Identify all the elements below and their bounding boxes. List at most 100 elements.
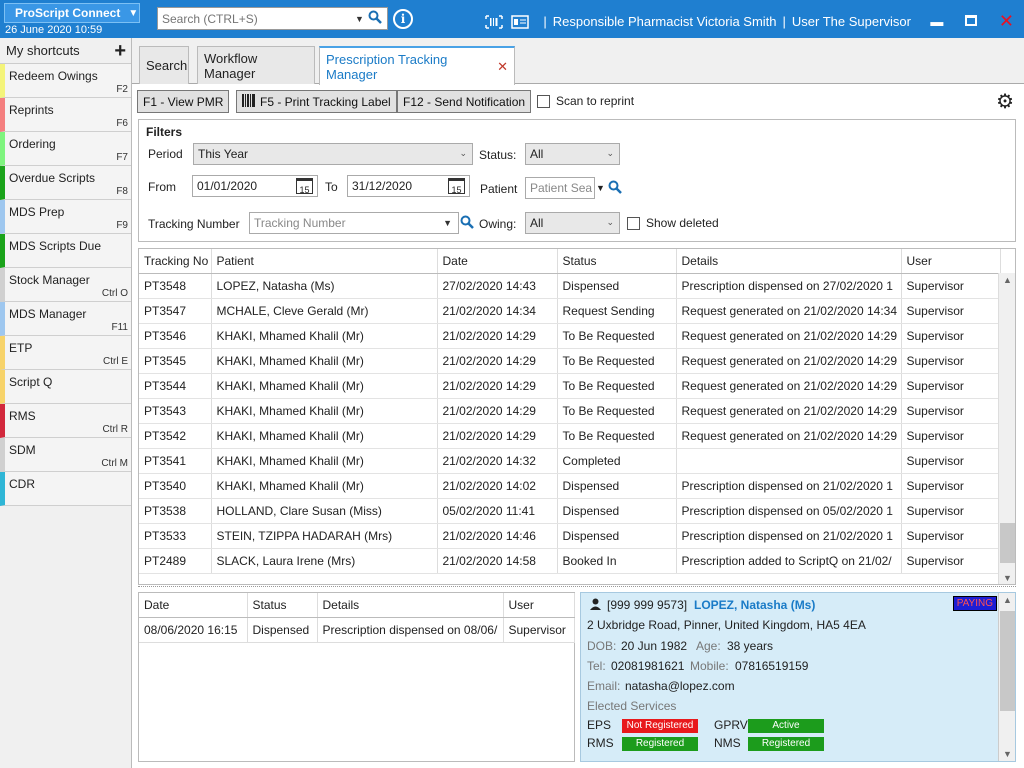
sidebar-item-label: MDS Scripts Due [9, 239, 102, 253]
sidebar-item-ordering[interactable]: Ordering F7 [0, 132, 131, 166]
sidebar-item-mds-manager[interactable]: MDS Manager F11 [0, 302, 131, 336]
app-menu-button[interactable]: ProScript Connect ▼ [4, 3, 140, 23]
table-row[interactable]: PT3541 KHAKI, Mhamed Khalil (Mr) 21/02/202… [139, 448, 1001, 474]
column-header[interactable]: Details [317, 593, 504, 618]
column-header[interactable]: Tracking No [139, 249, 212, 274]
search-icon[interactable] [608, 180, 622, 197]
table-row[interactable]: PT3542 KHAKI, Mhamed Khalil (Mr) 21/02/202… [139, 423, 1001, 449]
column-header[interactable]: Patient [211, 249, 438, 274]
table-cell: PT2489 [139, 548, 212, 574]
table-row[interactable]: PT3546 KHAKI, Mhamed Khalil (Mr) 21/02/202… [139, 323, 1001, 349]
search-icon[interactable] [460, 215, 474, 232]
chevron-down-icon[interactable]: ▼ [1003, 573, 1012, 583]
sidebar-item-reprints[interactable]: Reprints F6 [0, 98, 131, 132]
chevron-down-icon[interactable]: ▼ [1003, 749, 1012, 759]
sidebar-item-sdm[interactable]: SDM Ctrl M [0, 438, 131, 472]
show-deleted-option[interactable]: Show deleted [627, 216, 719, 230]
splitter[interactable] [138, 586, 1016, 590]
chevron-down-icon[interactable]: ▼ [443, 218, 452, 228]
table-row[interactable]: PT3538 HOLLAND, Clare Susan (Miss) 05/02/2… [139, 498, 1001, 524]
column-header[interactable]: Date [437, 249, 558, 274]
sidebar-item-etp[interactable]: ETP Ctrl E [0, 336, 131, 370]
history-row[interactable]: 08/06/2020 16:15 Dispensed Prescription di… [139, 617, 575, 643]
from-date-input[interactable]: 01/01/2020 15 [192, 175, 318, 197]
to-date-input[interactable]: 31/12/2020 15 [347, 175, 470, 197]
period-select[interactable]: This Year ⌄ [193, 143, 473, 165]
table-cell: KHAKI, Mhamed Khalil (Mr) [211, 423, 438, 449]
sidebar-item-stock-manager[interactable]: Stock Manager Ctrl O [0, 268, 131, 302]
table-cell: KHAKI, Mhamed Khalil (Mr) [211, 473, 438, 499]
tab-search[interactable]: Search [139, 46, 189, 84]
scan-to-reprint-checkbox[interactable] [537, 94, 550, 108]
sidebar-item-mds-prep[interactable]: MDS Prep F9 [0, 200, 131, 234]
period-label: Period [148, 147, 183, 161]
current-user[interactable]: User The Supervisor [792, 14, 911, 29]
barcode-scan-icon[interactable] [485, 14, 504, 29]
grid-scrollbar[interactable]: ▲ ▼ [998, 273, 1015, 584]
tracking-number-input[interactable]: Tracking Number ▼ [249, 212, 459, 234]
column-header[interactable]: Status [557, 249, 677, 274]
column-header[interactable]: User [503, 593, 575, 618]
patient-name[interactable]: LOPEZ, Natasha (Ms) [694, 598, 815, 612]
service-status-gprv: Active [748, 719, 824, 733]
chevron-down-icon[interactable]: ▼ [596, 183, 605, 193]
global-search[interactable]: ▼ [157, 7, 388, 30]
chevron-up-icon[interactable]: ▲ [1003, 595, 1012, 605]
table-row[interactable]: PT3544 KHAKI, Mhamed Khalil (Mr) 21/02/202… [139, 373, 1001, 399]
close-icon[interactable]: ✕ [497, 59, 508, 75]
id-card-icon[interactable] [511, 14, 530, 29]
column-header[interactable]: Date [139, 593, 248, 618]
patient-scrollbar[interactable]: ▲ ▼ [998, 593, 1015, 761]
tab-prescription-tracking-manager[interactable]: Prescription Tracking Manager ✕ [319, 46, 515, 85]
table-row[interactable]: PT2489 SLACK, Laura Irene (Mrs) 21/02/2020… [139, 548, 1001, 574]
show-deleted-checkbox[interactable] [627, 216, 640, 230]
column-header[interactable]: User [901, 249, 1001, 274]
table-cell: 21/02/2020 14:02 [437, 473, 558, 499]
patient-search-input[interactable]: Patient Sea [525, 177, 595, 199]
table-row[interactable]: PT3545 KHAKI, Mhamed Khalil (Mr) 21/02/202… [139, 348, 1001, 374]
to-label: To [325, 180, 338, 194]
shortcut-key: Ctrl E [103, 356, 128, 367]
add-shortcut-icon[interactable]: + [114, 41, 126, 61]
column-header[interactable]: Details [676, 249, 902, 274]
table-row[interactable]: PT3533 STEIN, TZIPPA HADARAH (Mrs) 21/02/2… [139, 523, 1001, 549]
checkbox-label: Scan to reprint [556, 94, 635, 108]
status-select[interactable]: All ⌄ [525, 143, 620, 165]
send-notification-button[interactable]: F12 - Send Notification [397, 90, 532, 113]
table-row[interactable]: PT3547 MCHALE, Cleve Gerald (Mr) 21/02/202… [139, 298, 1001, 324]
table-row[interactable]: PT3548 LOPEZ, Natasha (Ms) 27/02/2020 14:4… [139, 273, 1001, 299]
service-name-rms: RMS [587, 736, 614, 750]
sidebar-item-overdue-scripts[interactable]: Overdue Scripts F8 [0, 166, 131, 200]
select-value: This Year [198, 147, 249, 161]
sidebar-item-redeem-owings[interactable]: Redeem Owings F2 [0, 64, 131, 98]
chevron-down-icon[interactable]: ▼ [355, 14, 364, 24]
search-input[interactable] [158, 11, 353, 26]
scroll-thumb[interactable] [1000, 611, 1015, 711]
calendar-icon[interactable]: 15 [448, 178, 465, 195]
sidebar-item-script-q[interactable]: Script Q [0, 370, 131, 404]
sidebar-item-mds-scripts-due[interactable]: MDS Scripts Due [0, 234, 131, 268]
minimize-icon[interactable]: ▬ [929, 14, 945, 29]
table-cell: Supervisor [901, 548, 1001, 574]
filters-panel: Filters Period This Year ⌄ Status: All ⌄… [138, 119, 1016, 242]
responsible-pharmacist[interactable]: Responsible Pharmacist Victoria Smith [553, 14, 777, 29]
maximize-icon[interactable] [963, 14, 979, 29]
tab-workflow-manager[interactable]: Workflow Manager [197, 46, 315, 84]
owing-select[interactable]: All ⌄ [525, 212, 620, 234]
gear-icon[interactable]: ⚙ [996, 89, 1014, 114]
view-pmr-button[interactable]: F1 - View PMR [137, 90, 230, 113]
table-row[interactable]: PT3540 KHAKI, Mhamed Khalil (Mr) 21/02/202… [139, 473, 1001, 499]
column-header[interactable]: Status [247, 593, 318, 618]
close-icon[interactable]: ✕ [999, 11, 1014, 32]
scan-to-reprint-option[interactable]: Scan to reprint [537, 94, 634, 108]
info-icon[interactable]: i [393, 9, 413, 29]
table-cell: To Be Requested [557, 373, 677, 399]
sidebar-item-rms[interactable]: RMS Ctrl R [0, 404, 131, 438]
chevron-up-icon[interactable]: ▲ [1003, 275, 1012, 285]
print-tracking-label-button[interactable]: F5 - Print Tracking Label [236, 90, 397, 113]
calendar-icon[interactable]: 15 [296, 178, 313, 195]
sidebar-item-cdr[interactable]: CDR [0, 472, 131, 506]
scroll-thumb[interactable] [1000, 523, 1015, 563]
search-icon[interactable] [368, 10, 382, 27]
table-row[interactable]: PT3543 KHAKI, Mhamed Khalil (Mr) 21/02/202… [139, 398, 1001, 424]
